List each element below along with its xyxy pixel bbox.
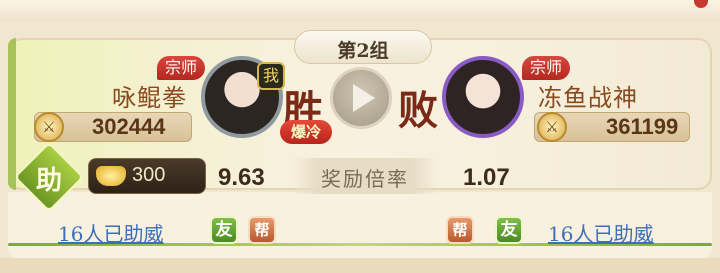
sword-medal-icon: ⚔ xyxy=(34,112,64,142)
right-support-link[interactable]: 16人已助威 xyxy=(548,218,653,247)
friend-tag[interactable]: 友 xyxy=(495,216,523,244)
left-rank-badge: 宗师 xyxy=(157,56,206,80)
right-player-avatar[interactable] xyxy=(442,56,524,138)
lose-label: 败 xyxy=(398,87,438,134)
right-odds: 1.07 xyxy=(463,164,510,191)
play-icon[interactable] xyxy=(353,84,375,112)
guild-tag[interactable]: 帮 xyxy=(446,216,474,244)
sword-medal-icon: ⚔ xyxy=(537,112,567,142)
left-odds: 9.63 xyxy=(218,164,265,191)
help-badge-label[interactable]: 助 xyxy=(24,160,74,197)
bet-amount: 300 xyxy=(132,164,166,186)
odds-label: 奖励倍率 xyxy=(321,167,409,191)
right-rank-badge: 宗师 xyxy=(522,56,571,80)
right-power-value: 361199 xyxy=(606,114,679,139)
left-player-name: 咏鲲拳 xyxy=(112,84,187,112)
guild-tag[interactable]: 帮 xyxy=(248,216,276,244)
bottom-frame xyxy=(0,258,720,273)
right-player-name: 冻鱼战神 xyxy=(538,84,638,112)
group-label: 第2组 xyxy=(337,40,389,62)
upset-tag: 爆冷 xyxy=(280,120,332,144)
top-frame-strip xyxy=(0,0,720,22)
friend-tag[interactable]: 友 xyxy=(210,216,238,244)
left-power-value: 302444 xyxy=(92,114,166,139)
gold-ingot-icon xyxy=(96,166,126,186)
left-support-link[interactable]: 16人已助威 xyxy=(58,218,163,247)
me-badge: 我 xyxy=(257,62,285,90)
